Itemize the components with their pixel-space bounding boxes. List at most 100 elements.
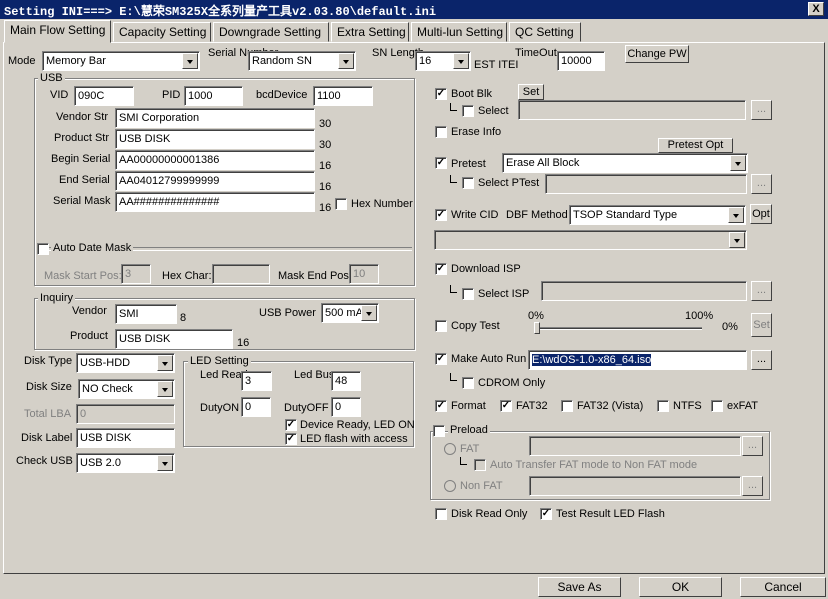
non-fat-path-input[interactable] <box>529 476 741 496</box>
auto-run-path-input[interactable]: E:\wdOS-1.0-x86_64.iso <box>528 350 747 370</box>
mode-select[interactable]: Memory Bar <box>42 51 200 71</box>
product-str-input[interactable]: USB DISK <box>115 129 315 149</box>
write-cid-checkbox[interactable]: ✓ <box>435 209 447 221</box>
auto-run-browse-button[interactable]: ... <box>751 350 772 370</box>
inquiry-vendor-input[interactable]: SMI <box>115 304 177 324</box>
hex-number-checkbox[interactable] <box>335 198 347 210</box>
inquiry-product-length: 16 <box>237 337 250 349</box>
download-isp-checkbox[interactable]: ✓ <box>435 263 447 275</box>
pretest-select[interactable]: Erase All Block <box>502 153 748 173</box>
tree-connector <box>450 285 457 293</box>
non-fat-radio[interactable] <box>444 480 456 492</box>
product-str-label: Product Str <box>54 132 110 144</box>
select-isp-checkbox[interactable] <box>462 288 474 300</box>
auto-transfer-checkbox[interactable] <box>474 459 486 471</box>
led-busy-input[interactable]: 48 <box>331 371 361 391</box>
test-item-label: EST ITEI <box>474 59 519 71</box>
led-ready-input[interactable]: 3 <box>241 371 272 391</box>
select-ptest-checkbox[interactable] <box>462 177 474 189</box>
led-flash-access-checkbox[interactable]: ✓ <box>285 433 297 445</box>
tree-connector <box>450 175 457 183</box>
change-pw-button[interactable]: Change PW <box>625 45 689 63</box>
led-ready-label: Led Ready <box>200 369 254 381</box>
pid-input[interactable]: 1000 <box>184 86 243 106</box>
boot-blk-checkbox[interactable]: ✓ <box>435 88 447 100</box>
non-fat-browse-button[interactable]: ... <box>742 476 763 496</box>
ntfs-checkbox[interactable] <box>657 400 669 412</box>
tab-main-flow-setting[interactable]: Main Flow Setting <box>4 20 111 43</box>
cancel-button[interactable]: Cancel <box>740 577 826 597</box>
tab-qc-setting[interactable]: QC Setting <box>509 22 581 42</box>
timeout-input[interactable]: 10000 <box>557 51 605 71</box>
disk-read-only-checkbox[interactable] <box>435 508 447 520</box>
end-serial-input[interactable]: AA04012799999999 <box>115 171 315 191</box>
usb-power-select[interactable]: 500 mA <box>321 303 379 323</box>
hex-char-input[interactable] <box>212 264 270 284</box>
exfat-checkbox[interactable] <box>711 400 723 412</box>
boot-blk-set-button[interactable]: Set <box>518 84 544 100</box>
make-auto-run-checkbox[interactable]: ✓ <box>435 353 447 365</box>
tab-downgrade-setting[interactable]: Downgrade Setting <box>213 22 329 42</box>
disk-label-input[interactable]: USB DISK <box>76 428 175 448</box>
inquiry-group-title: Inquiry <box>38 292 76 304</box>
format-checkbox[interactable]: ✓ <box>435 400 447 412</box>
check-usb-label: Check USB <box>16 455 73 467</box>
non-fat-radio-label: Non FAT <box>460 480 503 492</box>
disk-type-select[interactable]: USB-HDD <box>76 353 175 373</box>
disk-size-select[interactable]: NO Check <box>78 379 175 399</box>
cdrom-only-checkbox[interactable] <box>462 377 474 389</box>
erase-info-checkbox[interactable] <box>435 126 447 138</box>
close-button[interactable]: X <box>808 2 824 16</box>
tab-multi-lun-setting[interactable]: Multi-lun Setting <box>411 22 507 42</box>
bcd-device-input[interactable]: 1100 <box>313 86 373 106</box>
end-serial-label: End Serial <box>59 174 110 186</box>
auto-date-mask-checkbox[interactable] <box>37 243 49 255</box>
isp-browse-button[interactable]: ... <box>751 281 772 301</box>
pretest-checkbox[interactable]: ✓ <box>435 157 447 169</box>
ptest-browse-button[interactable]: ... <box>751 174 772 194</box>
fat32-vista-checkbox[interactable] <box>561 400 573 412</box>
chevron-down-icon <box>157 381 173 397</box>
preload-checkbox[interactable] <box>433 425 445 437</box>
copy-test-set-button[interactable]: Set <box>751 313 772 337</box>
sn-length-select[interactable]: 16 <box>415 51 471 71</box>
device-ready-checkbox[interactable]: ✓ <box>285 419 297 431</box>
fat32-checkbox[interactable]: ✓ <box>500 400 512 412</box>
check-usb-select[interactable]: USB 2.0 <box>76 453 175 473</box>
inquiry-product-input[interactable]: USB DISK <box>115 329 233 349</box>
vendor-str-input[interactable]: SMI Corporation <box>115 108 315 128</box>
fat-path-input[interactable] <box>529 436 741 456</box>
chevron-down-icon <box>729 232 745 248</box>
ok-button[interactable]: OK <box>639 577 722 597</box>
duty-on-input[interactable]: 0 <box>241 397 271 417</box>
total-lba-input[interactable]: 0 <box>76 404 175 424</box>
isp-path-input[interactable] <box>541 281 747 301</box>
dbf-method-select[interactable]: TSOP Standard Type <box>569 205 746 225</box>
boot-blk-select-checkbox[interactable] <box>462 105 474 117</box>
save-as-button[interactable]: Save As <box>538 577 621 597</box>
duty-off-input[interactable]: 0 <box>331 397 361 417</box>
vid-input[interactable]: 090C <box>74 86 134 106</box>
tab-extra-setting[interactable]: Extra Setting <box>331 22 409 42</box>
disk-read-only-label: Disk Read Only <box>451 508 528 520</box>
boot-blk-path-input[interactable] <box>518 100 746 120</box>
fat-radio[interactable] <box>444 443 456 455</box>
mask-end-pos-input[interactable]: 10 <box>349 264 379 284</box>
mask-start-pos-input[interactable]: 3 <box>121 264 151 284</box>
disk-label-label: Disk Label <box>21 432 73 444</box>
pretest-opt-button[interactable]: Pretest Opt <box>658 138 733 153</box>
timeout-label: TimeOut <box>515 47 557 59</box>
copy-test-slider-track[interactable] <box>536 327 702 330</box>
serial-number-select[interactable]: Random SN <box>248 51 356 71</box>
tab-capacity-setting[interactable]: Capacity Setting <box>113 22 211 42</box>
ptest-path-input[interactable] <box>545 174 747 194</box>
serial-mask-input[interactable]: AA############## <box>115 192 315 212</box>
dbf-opt-button[interactable]: Opt <box>750 204 772 224</box>
copy-test-checkbox[interactable] <box>435 320 447 332</box>
fat-browse-button[interactable]: ... <box>742 436 763 456</box>
cid-secondary-select[interactable] <box>434 230 747 250</box>
test-result-led-checkbox[interactable]: ✓ <box>540 508 552 520</box>
begin-serial-input[interactable]: AA00000000001386 <box>115 150 315 170</box>
boot-blk-browse-button[interactable]: ... <box>751 100 772 120</box>
copy-test-slider-thumb[interactable] <box>534 322 540 334</box>
